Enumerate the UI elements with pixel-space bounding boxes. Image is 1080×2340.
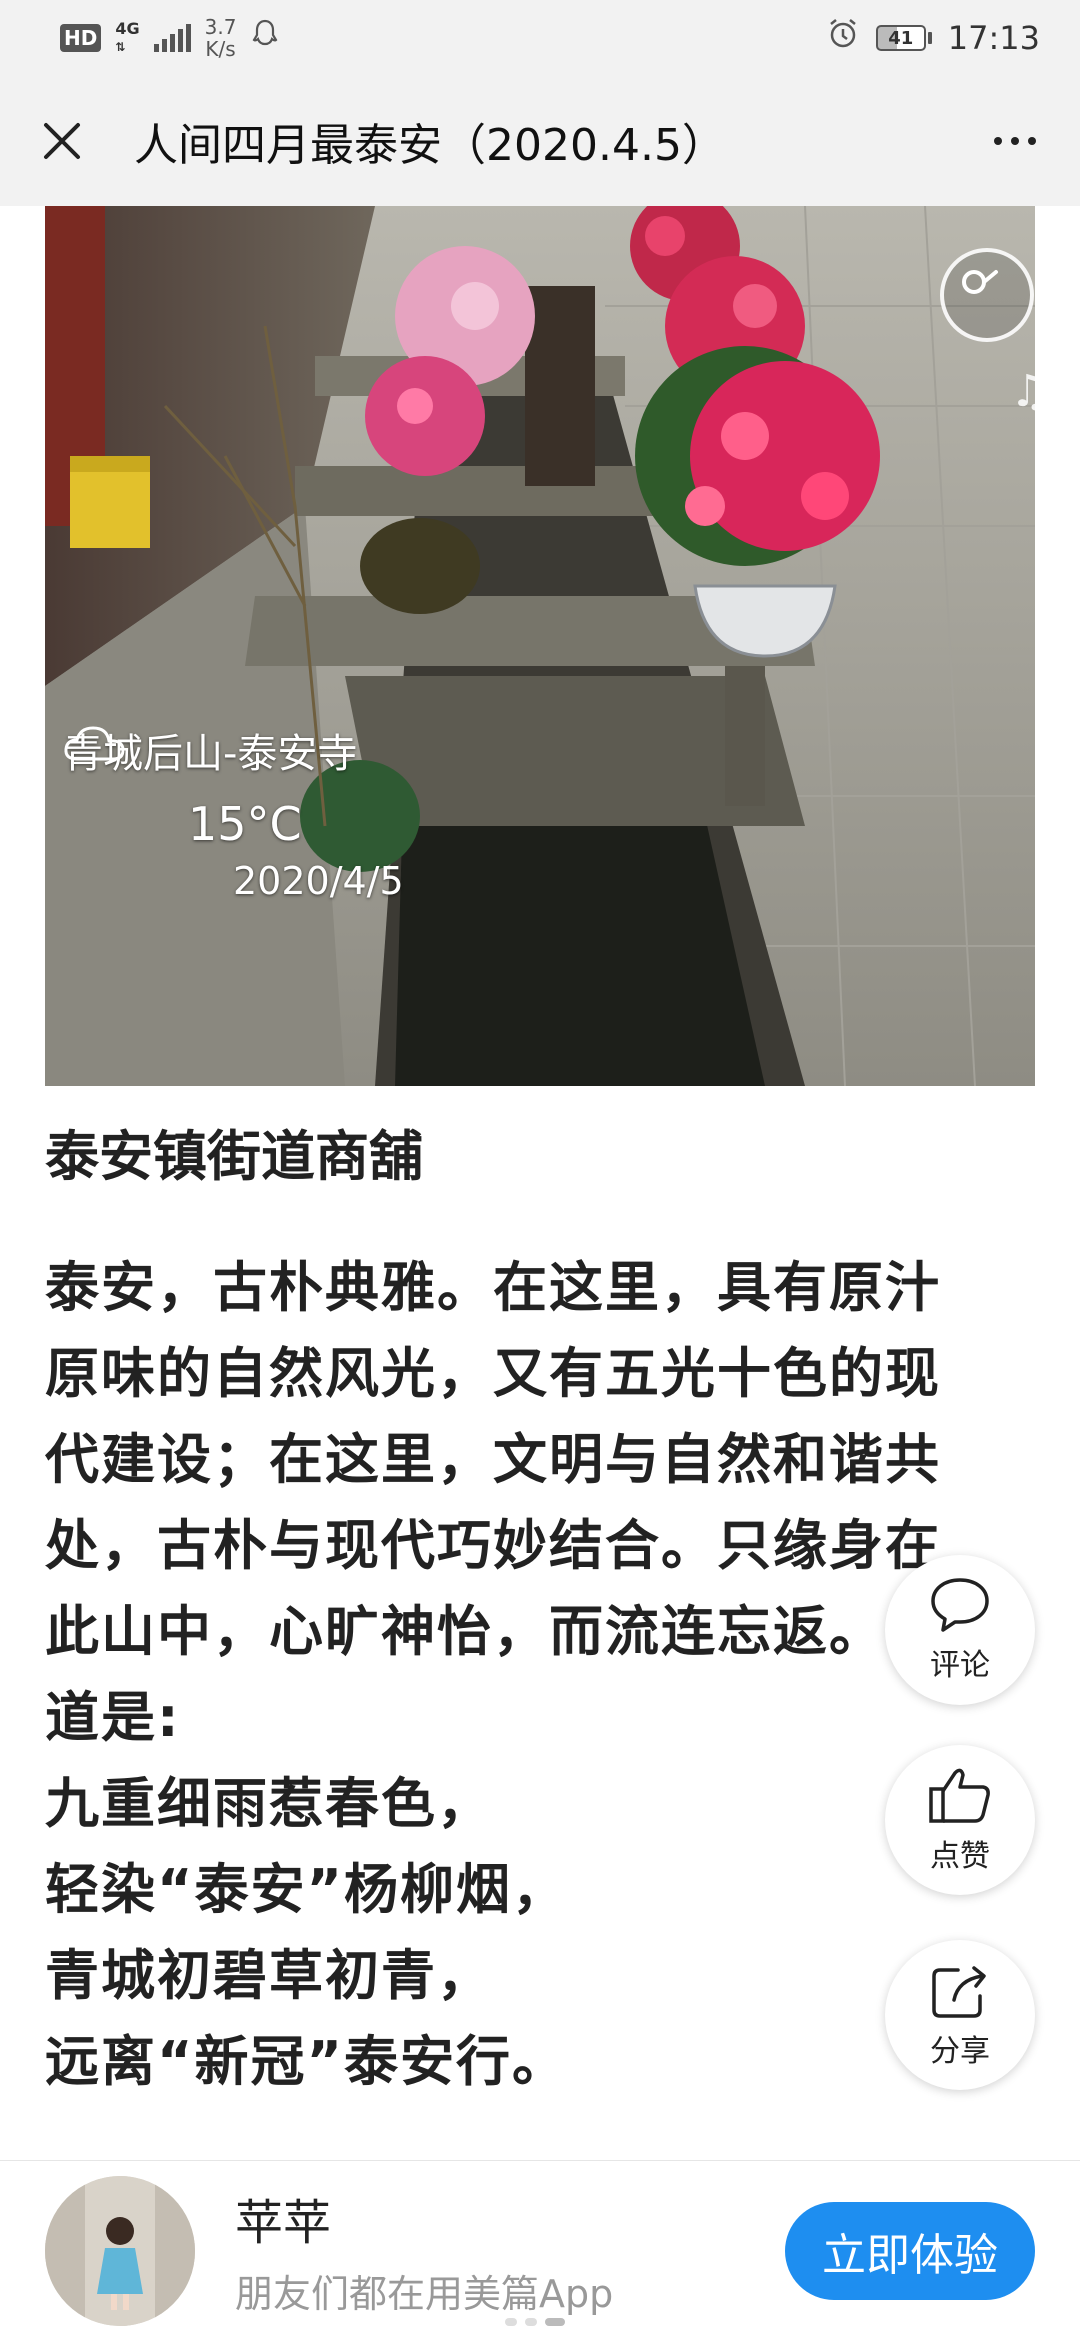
speed-unit: K/s	[205, 37, 236, 61]
avatar[interactable]	[45, 2175, 195, 2326]
page-dot	[505, 2318, 517, 2326]
close-button[interactable]	[30, 109, 94, 173]
signal-icon	[153, 24, 191, 52]
music-toggle-button[interactable]	[940, 248, 1034, 342]
photo-temperature: 15°C	[188, 797, 302, 851]
photo-weather: 15°C	[63, 726, 404, 851]
clock: 17:13	[947, 19, 1040, 57]
article-line: 处，古朴与现代巧妙结合。只缘身在	[45, 1514, 941, 1577]
share-label: 分享	[930, 2034, 990, 2069]
page-dot-active	[545, 2318, 565, 2326]
article-line: 轻染“泰安”杨柳烟，	[45, 1858, 568, 1921]
more-dot	[1011, 137, 1019, 145]
comment-button[interactable]: 评论	[885, 1555, 1035, 1705]
article-line: 原味的自然风光，又有五光十色的现	[45, 1342, 941, 1405]
page-title: 人间四月最泰安（2020.4.5）	[134, 120, 726, 171]
speed-value: 3.7	[204, 15, 237, 39]
status-bar: HD 4G ⇅ 3.7 K/s 41 17:13	[0, 0, 1080, 76]
battery-icon: 41	[875, 25, 932, 51]
more-dot	[994, 137, 1002, 145]
music-disc-icon	[962, 270, 998, 294]
like-button[interactable]: 点赞	[885, 1745, 1035, 1895]
app-promo-bar: 苹苹 朋友们都在用美篇App 立即体验	[0, 2160, 1080, 2340]
article-line: 道是:	[45, 1686, 181, 1749]
battery-level: 41	[875, 25, 926, 51]
like-label: 点赞	[930, 1839, 990, 1874]
article-photo[interactable]: ♫ 青城后山-泰安寺 15°C 2020/4/5	[45, 206, 1035, 1086]
share-icon	[932, 1966, 986, 2018]
article-line: 代建设；在这里，文明与自然和谐共	[45, 1428, 941, 1491]
music-note-icon: ♫	[1010, 366, 1035, 417]
comment-icon	[931, 1578, 989, 1632]
title-bar: 人间四月最泰安（2020.4.5）	[0, 76, 1080, 206]
photo-info-overlay: 青城后山-泰安寺 15°C 2020/4/5	[63, 721, 404, 903]
page-dot	[525, 2318, 537, 2326]
close-icon	[44, 123, 80, 159]
qq-icon	[250, 18, 280, 58]
street-scene-illustration	[45, 206, 1035, 1086]
status-right: 41 17:13	[826, 17, 1040, 59]
article-line: 泰安，古朴典雅。在这里，具有原汁	[45, 1256, 941, 1319]
photo-date: 2020/4/5	[233, 859, 404, 903]
comment-label: 评论	[930, 1648, 990, 1683]
promo-subtitle: 朋友们都在用美篇App	[235, 2272, 614, 2316]
data-arrows-icon: ⇅	[115, 40, 126, 54]
network-indicator: 4G ⇅	[115, 20, 139, 56]
status-left: HD 4G ⇅ 3.7 K/s	[60, 16, 280, 60]
user-info: 苹苹 朋友们都在用美篇App	[235, 2183, 613, 2318]
avatar-image	[45, 2175, 195, 2326]
network-label: 4G	[115, 19, 140, 38]
share-button[interactable]: 分享	[885, 1940, 1035, 2090]
author-name: 苹苹	[235, 2195, 332, 2251]
section-title: 泰安镇街道商舖	[45, 1125, 423, 1188]
page-indicator	[505, 2318, 565, 2326]
network-speed: 3.7 K/s	[205, 16, 237, 60]
thumbs-up-icon	[929, 1768, 990, 1823]
hd-badge: HD	[60, 24, 102, 52]
cloud-icon	[64, 726, 125, 761]
more-dot	[1028, 137, 1036, 145]
try-now-button[interactable]: 立即体验	[785, 2201, 1035, 2300]
page: HD 4G ⇅ 3.7 K/s 41 17:13 人间四月最泰安（2020.4.…	[0, 0, 1080, 2340]
alarm-icon	[826, 17, 860, 59]
more-options-button[interactable]	[980, 109, 1050, 173]
